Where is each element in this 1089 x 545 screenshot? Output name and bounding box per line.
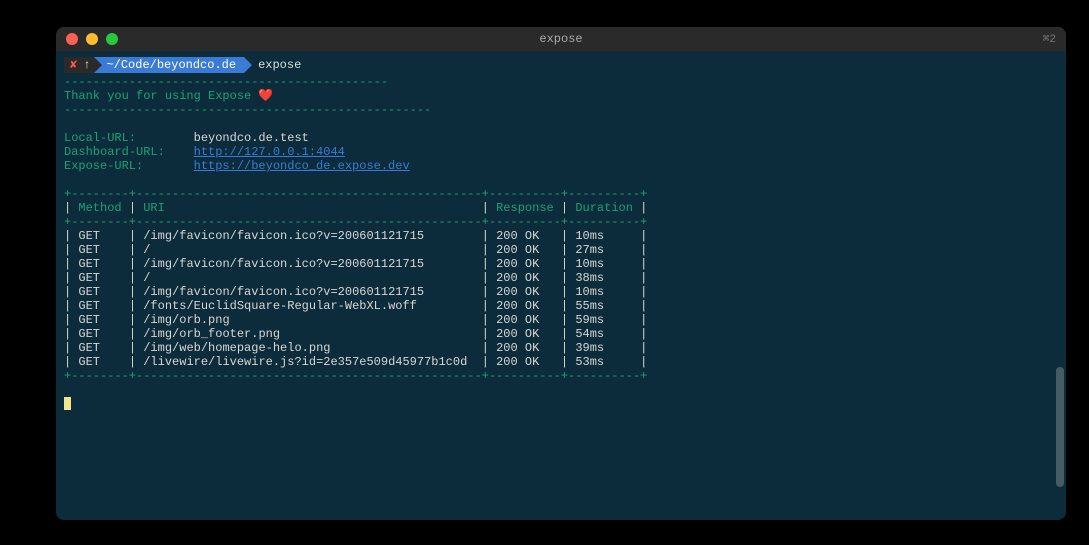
cell-response: 200 OK xyxy=(496,355,554,369)
cursor-icon xyxy=(64,397,71,410)
cell-method: GET xyxy=(78,299,121,313)
cell-duration: 10ms xyxy=(575,285,633,299)
cell-method: GET xyxy=(78,243,121,257)
prompt-command: expose xyxy=(258,58,301,72)
cell-response: 200 OK xyxy=(496,341,554,355)
terminal-window: expose ⌘2 ✘↑~/Code/beyondco.de expose ----… xyxy=(56,27,1066,520)
cell-method: GET xyxy=(78,229,121,243)
cell-uri: /img/favicon/favicon.ico?v=200601121715 xyxy=(143,257,474,271)
cell-uri: / xyxy=(143,271,474,285)
col-header-uri: URI xyxy=(143,201,165,215)
table-border: +--------+------------------------------… xyxy=(64,369,647,383)
cell-duration: 55ms xyxy=(575,299,633,313)
col-header-response: Response xyxy=(496,201,554,215)
cell-duration: 38ms xyxy=(575,271,633,285)
minimize-window-button[interactable] xyxy=(86,33,98,45)
cell-response: 200 OK xyxy=(496,257,554,271)
prompt-status-icon: ✘ xyxy=(64,57,83,73)
cell-method: GET xyxy=(78,257,121,271)
scrollbar-thumb[interactable] xyxy=(1056,367,1064,487)
traffic-lights xyxy=(66,33,118,45)
cell-method: GET xyxy=(78,355,121,369)
close-window-button[interactable] xyxy=(66,33,78,45)
window-title: expose xyxy=(56,32,1066,46)
divider-line: ----------------------------------------… xyxy=(64,75,388,89)
table-border: +--------+------------------------------… xyxy=(64,187,647,201)
cell-uri: /fonts/EuclidSquare-Regular-WebXL.woff xyxy=(143,299,474,313)
cell-duration: 10ms xyxy=(575,229,633,243)
col-header-method: Method xyxy=(78,201,121,215)
cell-response: 200 OK xyxy=(496,285,554,299)
titlebar[interactable]: expose ⌘2 xyxy=(56,27,1066,51)
cell-uri: /img/orb_footer.png xyxy=(143,327,474,341)
table-border: +--------+------------------------------… xyxy=(64,215,647,229)
cell-response: 200 OK xyxy=(496,229,554,243)
terminal-content[interactable]: ✘↑~/Code/beyondco.de expose --------------… xyxy=(56,51,1066,417)
local-url-value: beyondco.de.test xyxy=(194,131,309,145)
cell-uri: /livewire/livewire.js?id=2e357e509d45977… xyxy=(143,355,474,369)
dashboard-url-label: Dashboard-URL: xyxy=(64,145,194,159)
cell-method: GET xyxy=(78,341,121,355)
chevron-separator-icon xyxy=(94,57,102,73)
cell-duration: 59ms xyxy=(575,313,633,327)
window-shortcut: ⌘2 xyxy=(1043,32,1056,46)
cell-response: 200 OK xyxy=(496,299,554,313)
cell-method: GET xyxy=(78,327,121,341)
local-url-label: Local-URL: xyxy=(64,131,194,145)
cell-uri: /img/favicon/favicon.ico?v=200601121715 xyxy=(143,229,474,243)
cell-uri: / xyxy=(143,243,474,257)
cell-response: 200 OK xyxy=(496,313,554,327)
prompt-line: ✘↑~/Code/beyondco.de expose xyxy=(64,57,1058,73)
chevron-separator-icon xyxy=(244,57,252,73)
maximize-window-button[interactable] xyxy=(106,33,118,45)
cell-uri: /img/web/homepage-helo.png xyxy=(143,341,474,355)
table-header-row: | xyxy=(64,201,78,215)
cell-response: 200 OK xyxy=(496,271,554,285)
expose-url-label: Expose-URL: xyxy=(64,159,194,173)
dashboard-url-link[interactable]: http://127.0.0.1:4044 xyxy=(194,145,345,159)
cell-duration: 27ms xyxy=(575,243,633,257)
welcome-message: Thank you for using Expose ❤️ xyxy=(64,89,273,103)
cell-method: GET xyxy=(78,271,121,285)
cell-response: 200 OK xyxy=(496,243,554,257)
prompt-path: ~/Code/beyondco.de xyxy=(94,57,244,73)
cell-duration: 10ms xyxy=(575,257,633,271)
col-header-duration: Duration xyxy=(575,201,633,215)
cell-uri: /img/favicon/favicon.ico?v=200601121715 xyxy=(143,285,474,299)
cell-response: 200 OK xyxy=(496,327,554,341)
scrollbar[interactable] xyxy=(1056,87,1064,512)
prompt-arrow-icon: ↑ xyxy=(83,57,94,73)
cell-uri: /img/orb.png xyxy=(143,313,474,327)
cell-method: GET xyxy=(78,285,121,299)
cell-method: GET xyxy=(78,313,121,327)
expose-url-link[interactable]: https://beyondco_de.expose.dev xyxy=(194,159,410,173)
divider-line: ----------------------------------------… xyxy=(64,103,431,117)
cell-duration: 39ms xyxy=(575,341,633,355)
cell-duration: 54ms xyxy=(575,327,633,341)
cell-duration: 53ms xyxy=(575,355,633,369)
